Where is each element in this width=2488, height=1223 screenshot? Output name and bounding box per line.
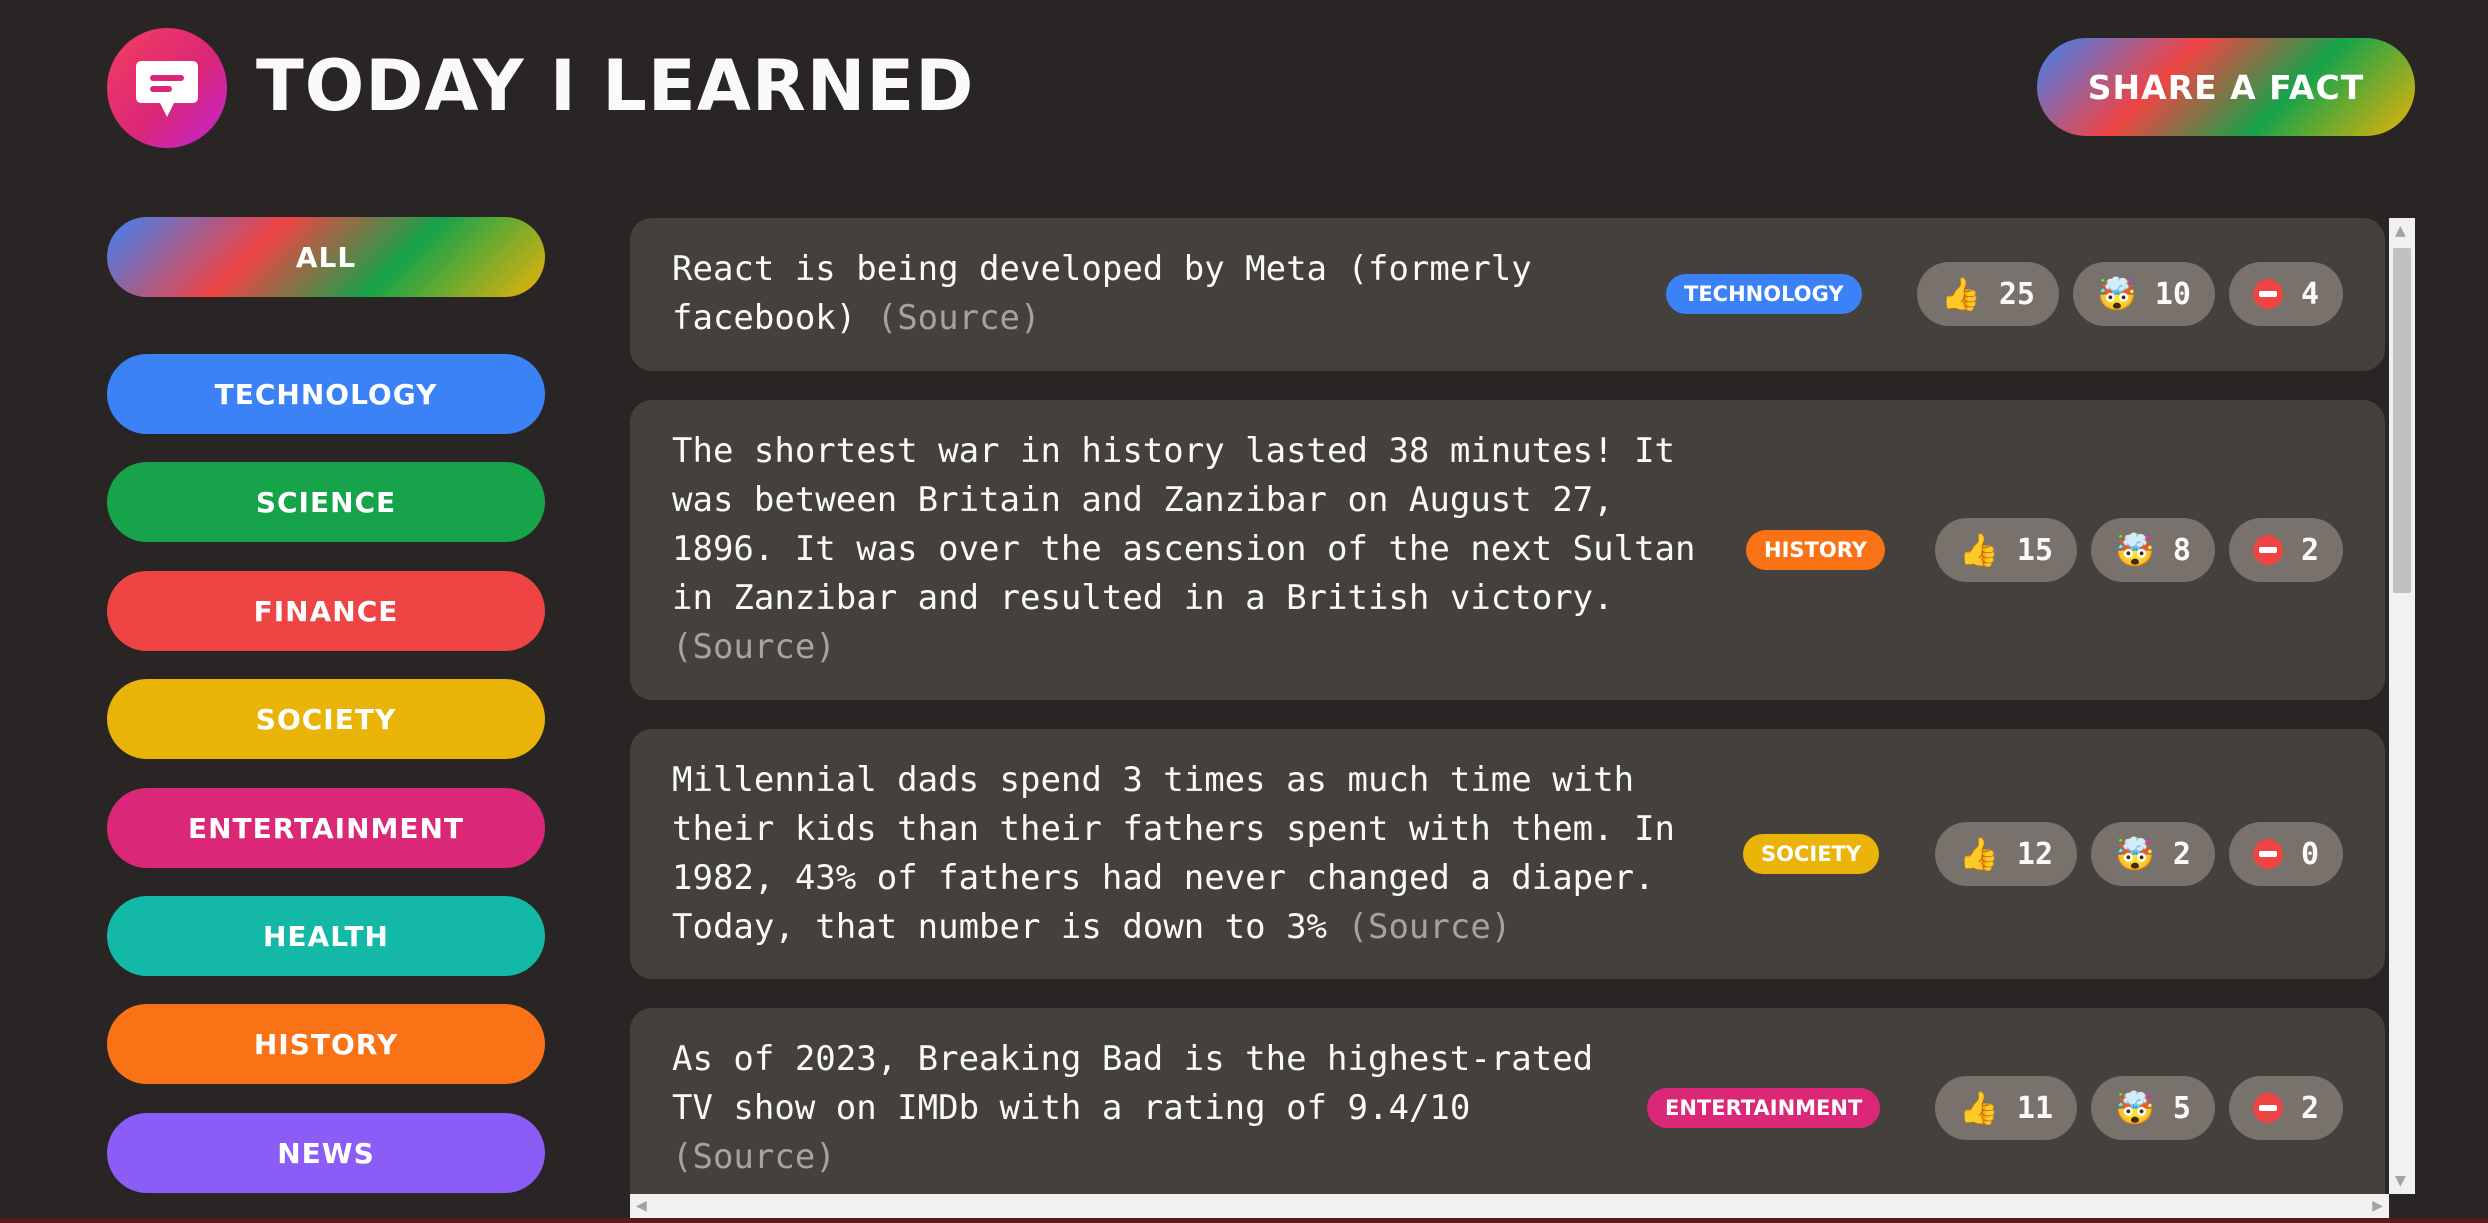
vote-false-button[interactable]: 4: [2228, 262, 2343, 326]
fact-item: Millennial dads spend 3 times as much ti…: [630, 729, 2385, 979]
category-button-society[interactable]: society: [107, 679, 545, 759]
fact-text: Millennial dads spend 3 times as much ti…: [672, 756, 1702, 952]
page-title: Today I Learned: [256, 45, 975, 127]
no-entry-icon: [2252, 279, 2283, 309]
category-button-technology[interactable]: technology: [107, 354, 545, 434]
fact-text: As of 2023, Breaking Bad is the highest-…: [672, 1035, 1602, 1182]
vote-mindblowing-button[interactable]: 🤯 8: [2091, 518, 2215, 582]
no-entry-icon: [2252, 1093, 2283, 1123]
vertical-scrollbar[interactable]: ▲ ▼: [2389, 218, 2415, 1194]
fact-text-content: The shortest war in history lasted 38 mi…: [672, 431, 1696, 618]
exploding-head-icon: 🤯: [2096, 275, 2137, 313]
source-link[interactable]: (Source): [877, 298, 1041, 338]
vote-false-button[interactable]: 0: [2228, 822, 2343, 886]
fact-item: The shortest war in history lasted 38 mi…: [630, 400, 2385, 700]
thumbs-up-icon: 👍: [1941, 275, 1981, 313]
vote-count: 11: [2016, 1090, 2054, 1126]
scroll-right-icon[interactable]: ▶: [2372, 1199, 2383, 1213]
category-button-news[interactable]: news: [107, 1113, 545, 1193]
category-button-finance[interactable]: finance: [107, 571, 545, 651]
thumbs-up-icon: 👍: [1959, 531, 1999, 569]
vote-count: 12: [2016, 836, 2054, 872]
thumbs-up-icon: 👍: [1959, 1089, 1999, 1127]
exploding-head-icon: 🤯: [2115, 835, 2155, 873]
vote-count: 2: [2300, 1090, 2319, 1126]
scrollbar-thumb[interactable]: [2393, 248, 2411, 593]
vote-interesting-button[interactable]: 👍 15: [1935, 518, 2078, 582]
category-button-entertainment[interactable]: entertainment: [107, 788, 545, 868]
category-tag: entertainment: [1647, 1088, 1881, 1128]
vote-interesting-button[interactable]: 👍 11: [1935, 1076, 2078, 1140]
vote-count: 5: [2172, 1090, 2191, 1126]
vote-count: 0: [2300, 836, 2319, 872]
category-button-history[interactable]: history: [107, 1004, 545, 1084]
thumbs-up-icon: 👍: [1959, 835, 1999, 873]
vote-interesting-button[interactable]: 👍 25: [1917, 262, 2059, 326]
window-bottom-edge: [0, 1218, 2488, 1223]
vote-mindblowing-button[interactable]: 🤯 10: [2072, 262, 2215, 326]
fact-item: React is being developed by Meta (former…: [630, 218, 2385, 371]
vote-count: 4: [2300, 276, 2319, 312]
share-fact-button[interactable]: Share a fact: [2037, 38, 2415, 136]
vote-false-button[interactable]: 2: [2228, 1076, 2343, 1140]
category-button-health[interactable]: health: [107, 896, 545, 976]
source-link[interactable]: (Source): [672, 1137, 836, 1177]
vote-interesting-button[interactable]: 👍 12: [1935, 822, 2078, 886]
no-entry-icon: [2252, 535, 2283, 565]
exploding-head-icon: 🤯: [2115, 1089, 2155, 1127]
fact-text: The shortest war in history lasted 38 mi…: [672, 427, 1702, 672]
exploding-head-icon: 🤯: [2115, 531, 2155, 569]
fact-text: React is being developed by Meta (former…: [672, 245, 1552, 343]
fact-text-content: Millennial dads spend 3 times as much ti…: [672, 760, 1676, 947]
category-button-science[interactable]: science: [107, 462, 545, 542]
speech-bubble-icon: [136, 61, 198, 117]
vote-count: 15: [2016, 532, 2054, 568]
vote-count: 2: [2172, 836, 2191, 872]
no-entry-icon: [2252, 839, 2283, 869]
vote-mindblowing-button[interactable]: 🤯 2: [2091, 822, 2215, 886]
source-link[interactable]: (Source): [1348, 907, 1512, 947]
fact-text-content: React is being developed by Meta (former…: [672, 249, 1532, 338]
category-tag: history: [1746, 530, 1885, 570]
scroll-up-icon[interactable]: ▲: [2395, 224, 2406, 238]
vote-count: 10: [2154, 276, 2191, 312]
category-tag: society: [1743, 834, 1880, 874]
facts-list[interactable]: React is being developed by Meta (former…: [630, 218, 2415, 1218]
category-tag: technology: [1666, 274, 1862, 314]
vote-count: 2: [2300, 532, 2319, 568]
scroll-down-icon[interactable]: ▼: [2395, 1174, 2406, 1188]
vote-buttons: 👍 12 🤯 2 0: [1935, 822, 2343, 886]
app-logo: [107, 28, 227, 148]
vote-buttons: 👍 15 🤯 8 2: [1935, 518, 2343, 582]
horizontal-scrollbar[interactable]: ◀ ▶: [630, 1194, 2389, 1218]
source-link[interactable]: (Source): [672, 627, 836, 667]
vote-mindblowing-button[interactable]: 🤯 5: [2091, 1076, 2215, 1140]
vote-buttons: 👍 25 🤯 10 4: [1917, 262, 2343, 326]
vote-false-button[interactable]: 2: [2228, 518, 2343, 582]
scroll-left-icon[interactable]: ◀: [636, 1199, 647, 1213]
vote-count: 8: [2172, 532, 2191, 568]
vote-count: 25: [1998, 276, 2035, 312]
vote-buttons: 👍 11 🤯 5 2: [1935, 1076, 2343, 1140]
fact-item: As of 2023, Breaking Bad is the highest-…: [630, 1008, 2385, 1218]
category-button-all[interactable]: All: [107, 217, 545, 297]
fact-text-content: As of 2023, Breaking Bad is the highest-…: [672, 1039, 1594, 1128]
